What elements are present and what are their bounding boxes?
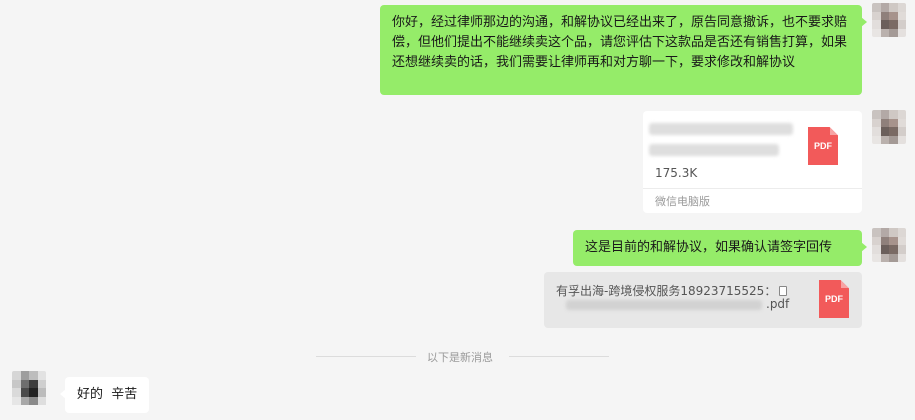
message-text: 你好，经过律师那边的沟通，和解协议已经出来了，原告同意撤诉，也不要求赔偿，但他们… [392, 15, 848, 70]
outgoing-message-2[interactable]: 这是目前的和解协议，如果确认请签字回传 [573, 230, 867, 266]
file-message-1[interactable]: PDF 175.3K 微信电脑版 [643, 111, 862, 213]
file-message-2[interactable]: 有孚出海-跨境侵权服务18923715525： .pdf PDF [544, 272, 862, 328]
new-messages-divider: 以下是新消息 [427, 351, 493, 364]
card-divider [643, 188, 862, 189]
message-text: 这是目前的和解协议，如果确认请签字回传 [585, 240, 833, 255]
outgoing-message-1[interactable]: 你好，经过律师那边的沟通，和解协议已经出来了，原告同意撤诉，也不要求赔偿，但他们… [380, 5, 867, 95]
my-avatar[interactable] [872, 110, 906, 144]
divider-line-right [509, 356, 609, 357]
contact-avatar[interactable] [12, 371, 46, 409]
message-text: 好的 辛苦 [77, 387, 138, 402]
blurred-file-name [649, 123, 793, 135]
document-icon [779, 286, 788, 296]
file-name: 有孚出海-跨境侵权服务18923715525： [556, 282, 788, 299]
divider-line-left [316, 356, 416, 357]
incoming-message-1[interactable]: 好的 辛苦 [60, 377, 149, 413]
my-avatar[interactable] [872, 228, 906, 262]
blurred-file-name [566, 300, 762, 310]
pdf-icon: PDF [808, 127, 838, 165]
file-extension: .pdf [766, 297, 790, 311]
file-size: 175.3K [655, 166, 698, 180]
pdf-icon: PDF [819, 280, 849, 318]
file-source: 微信电脑版 [655, 195, 710, 208]
blurred-file-name [649, 144, 779, 156]
my-avatar[interactable] [872, 3, 906, 37]
